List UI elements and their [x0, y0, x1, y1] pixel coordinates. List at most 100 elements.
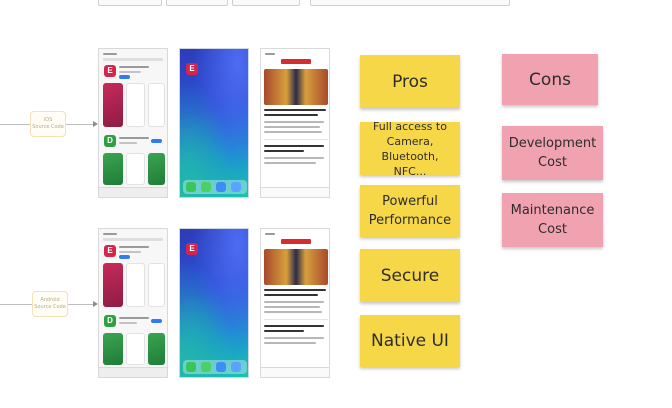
connector-line	[66, 124, 94, 125]
app-preview	[126, 263, 145, 307]
headline-line	[264, 325, 324, 327]
search-bar	[103, 238, 163, 241]
tab-bar	[99, 187, 167, 197]
tab-bar	[261, 367, 329, 377]
dock	[183, 360, 247, 374]
headline-line	[264, 145, 324, 147]
app-preview	[103, 333, 123, 365]
divider	[264, 139, 328, 140]
body-line	[264, 126, 320, 128]
body-line	[264, 162, 316, 164]
dock	[183, 180, 247, 194]
body-line	[264, 157, 324, 159]
search-bar	[103, 58, 163, 61]
app-preview	[103, 263, 123, 307]
body-line	[264, 337, 324, 339]
app-subtitle-line	[119, 142, 137, 144]
headline-line	[264, 114, 318, 116]
app-subtitle-line	[119, 322, 137, 324]
home-screen-app-icon: E	[186, 243, 198, 255]
source-node-name: iOS	[43, 117, 53, 123]
pros-note-performance[interactable]: Powerful Performance	[360, 185, 460, 237]
app-preview	[148, 263, 165, 307]
app-subtitle-line	[119, 251, 141, 253]
connector-line	[0, 124, 30, 125]
connector-line	[68, 304, 94, 305]
headline-line	[264, 109, 326, 111]
headline-line	[264, 289, 326, 291]
app-title-line	[119, 66, 149, 68]
cons-note-maintenance-cost[interactable]: Maintenance Cost	[502, 193, 603, 247]
home-screen-app-icon: E	[186, 63, 198, 75]
home-screen-screenshot: E	[179, 228, 249, 378]
top-clipped-strip	[310, 0, 510, 6]
browser-icon	[216, 182, 226, 192]
camera-icon	[231, 182, 241, 192]
messages-icon	[201, 362, 211, 372]
source-code-node-ios[interactable]: iOS Source Code	[30, 111, 66, 137]
top-clipped-strip	[166, 0, 228, 6]
app-preview	[126, 153, 145, 185]
app-preview	[148, 83, 165, 127]
top-clipped-strip	[232, 0, 300, 6]
source-node-sub: Source Code	[34, 304, 66, 310]
app-logo-icon: D	[104, 315, 116, 327]
pros-note-label: Secure	[380, 265, 440, 286]
pros-note-label: Native UI	[371, 331, 449, 351]
messages-icon	[201, 182, 211, 192]
app-logo-icon: E	[104, 245, 116, 257]
phone-call-icon	[186, 182, 196, 192]
app-preview	[126, 333, 145, 365]
pros-note-native-ui[interactable]: Native UI	[360, 315, 460, 367]
app-preview	[126, 83, 145, 127]
headline-line	[264, 294, 318, 296]
browser-icon	[216, 362, 226, 372]
app-store-screenshot: E D	[98, 48, 168, 198]
news-photo	[264, 69, 328, 105]
news-masthead	[281, 59, 311, 64]
cons-note-label: Development Cost	[508, 136, 597, 170]
pros-note-label: Full access to Camera, Bluetooth, NFC...	[373, 119, 447, 178]
tab-bar	[261, 187, 329, 197]
get-button	[119, 255, 130, 259]
pros-note-hardware-access[interactable]: Full access to Camera, Bluetooth, NFC...	[360, 120, 460, 178]
status-bar	[265, 233, 275, 235]
app-title-line	[119, 246, 149, 248]
body-line	[264, 342, 316, 344]
pros-note-label: Powerful Performance	[368, 194, 452, 228]
pros-header-note[interactable]: Pros	[360, 55, 460, 108]
body-line	[264, 131, 322, 133]
news-app-screenshot	[260, 48, 330, 198]
status-bar	[103, 233, 117, 235]
source-node-sub: Source Code	[32, 124, 64, 130]
app-logo-icon: D	[104, 135, 116, 147]
app-title-line	[119, 137, 149, 139]
get-button	[151, 319, 162, 323]
body-line	[264, 121, 324, 123]
app-preview	[103, 153, 123, 185]
pros-note-secure[interactable]: Secure	[360, 249, 460, 302]
connector-line	[0, 304, 32, 305]
headline-line	[264, 150, 304, 152]
news-photo	[264, 249, 328, 285]
tab-bar	[99, 367, 167, 377]
phone-call-icon	[186, 362, 196, 372]
app-preview	[148, 153, 165, 185]
status-bar	[103, 53, 117, 55]
status-bar	[265, 53, 275, 55]
get-button	[119, 75, 130, 79]
camera-icon	[231, 362, 241, 372]
app-preview	[148, 333, 165, 365]
cons-note-label: Maintenance Cost	[510, 203, 595, 237]
cons-header-note[interactable]: Cons	[502, 54, 598, 105]
top-clipped-strip	[98, 0, 162, 6]
body-line	[264, 306, 320, 308]
source-code-node-android[interactable]: Android Source Code	[32, 291, 68, 317]
news-masthead	[281, 239, 311, 244]
app-preview	[103, 83, 123, 127]
app-logo-icon: E	[104, 65, 116, 77]
home-screen-screenshot: E	[179, 48, 249, 198]
cons-note-development-cost[interactable]: Development Cost	[502, 126, 603, 180]
app-title-line	[119, 317, 149, 319]
app-store-screenshot: E D	[98, 228, 168, 378]
